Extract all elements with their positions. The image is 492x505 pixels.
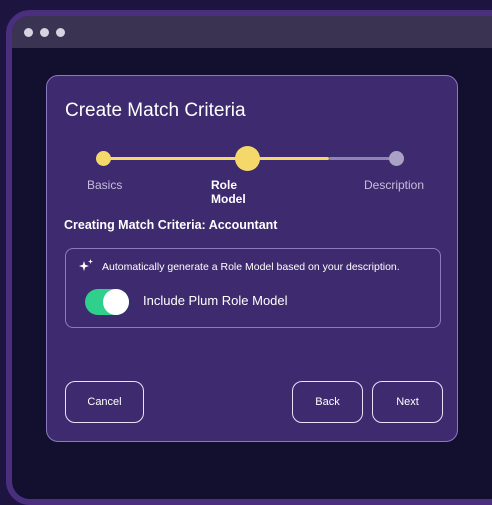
window-dot[interactable]: [24, 28, 33, 37]
window-dot[interactable]: [40, 28, 49, 37]
match-criteria-dialog: Create Match Criteria Basics Role Model …: [46, 75, 458, 442]
section-heading: Creating Match Criteria: Accountant: [64, 218, 278, 232]
step-label-description: Description: [364, 178, 425, 192]
step-label-role-model: Role Model: [211, 178, 246, 206]
next-button[interactable]: Next: [372, 381, 443, 423]
cancel-button[interactable]: Cancel: [65, 381, 144, 423]
window-dot[interactable]: [56, 28, 65, 37]
step-dot-basics[interactable]: [96, 151, 111, 166]
role-model-panel: Automatically generate a Role Model base…: [65, 248, 441, 328]
stepper-track-pending: [329, 157, 397, 160]
toggle-knob: [103, 289, 129, 315]
dialog-title: Create Match Criteria: [65, 100, 246, 121]
step-dot-description[interactable]: [389, 151, 404, 166]
auto-generate-description: Automatically generate a Role Model base…: [102, 261, 400, 273]
include-role-model-toggle[interactable]: [85, 289, 129, 315]
sparkle-icon: [78, 258, 94, 274]
step-label-basics: Basics: [87, 178, 123, 192]
stepper-track-complete: [103, 157, 329, 160]
step-dot-role-model[interactable]: [235, 146, 260, 171]
toggle-label: Include Plum Role Model: [143, 293, 288, 308]
title-bar: [12, 16, 492, 48]
back-button[interactable]: Back: [292, 381, 363, 423]
